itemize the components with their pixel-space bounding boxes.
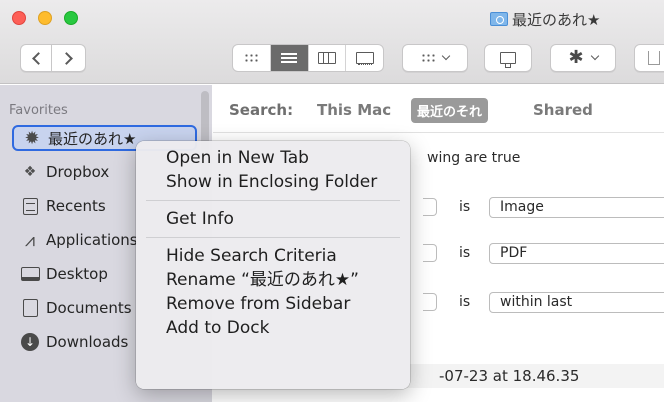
back-button[interactable] bbox=[20, 44, 52, 72]
icon-view-button[interactable] bbox=[233, 45, 271, 71]
action-button[interactable]: ✱ bbox=[550, 44, 616, 72]
criteria-operator: is bbox=[459, 199, 471, 215]
chevron-left-icon bbox=[31, 51, 45, 65]
download-icon: ↓ bbox=[20, 333, 40, 351]
gallery-view-icon bbox=[355, 52, 374, 65]
group-by-button[interactable] bbox=[402, 44, 468, 72]
title-bar: 最近のあれ★ ✱ bbox=[0, 0, 664, 84]
menu-item-show-in-enclosing-folder[interactable]: Show in Enclosing Folder bbox=[136, 170, 410, 194]
document-icon bbox=[20, 299, 40, 317]
dropbox-icon: ❖ bbox=[23, 164, 37, 180]
attribute-popup-stepper[interactable] bbox=[423, 293, 437, 311]
chevron-down-icon bbox=[441, 51, 451, 61]
menu-item-get-info[interactable]: Get Info bbox=[136, 207, 410, 231]
share-upload-button[interactable] bbox=[634, 44, 664, 72]
file-name: -07-23 at 18.46.35 bbox=[439, 367, 580, 385]
criteria-operator: is bbox=[459, 294, 471, 310]
list-view-icon bbox=[281, 53, 298, 63]
sidebar-item-label: Recents bbox=[46, 197, 106, 215]
attribute-popup-stepper[interactable] bbox=[423, 244, 437, 262]
sidebar-item-label: Downloads bbox=[46, 333, 129, 351]
group-by-icon bbox=[421, 53, 435, 63]
column-view-button[interactable] bbox=[309, 45, 347, 71]
sidebar-header-favorites: Favorites bbox=[9, 103, 68, 118]
window-title: 最近のあれ★ bbox=[512, 11, 601, 29]
desktop-icon bbox=[20, 265, 40, 283]
table-row[interactable] bbox=[213, 388, 664, 402]
close-window-button[interactable] bbox=[12, 11, 26, 25]
menu-item-rename[interactable]: Rename “最近のあれ★” bbox=[136, 268, 410, 292]
applications-icon: ⩘ bbox=[24, 229, 36, 251]
column-view-icon bbox=[317, 52, 336, 64]
menu-separator bbox=[146, 237, 400, 238]
list-view-button[interactable] bbox=[270, 45, 309, 71]
criteria-value-popup[interactable]: within last bbox=[489, 292, 664, 313]
criteria-value-popup[interactable]: Image bbox=[489, 197, 664, 218]
sidebar-item-label: Applications bbox=[46, 231, 138, 249]
gallery-view-button[interactable] bbox=[346, 45, 383, 71]
search-label: Search: bbox=[229, 101, 294, 119]
criteria-header: wing are true bbox=[427, 150, 521, 166]
scope-this-mac[interactable]: This Mac bbox=[317, 101, 391, 119]
share-button[interactable] bbox=[484, 44, 532, 72]
sidebar-item-label: Desktop bbox=[46, 265, 108, 283]
share-icon bbox=[500, 52, 516, 68]
menu-item-open-in-new-tab[interactable]: Open in New Tab bbox=[136, 146, 410, 170]
scope-shared[interactable]: Shared bbox=[533, 101, 593, 119]
share-upload-icon bbox=[648, 51, 660, 65]
menu-item-hide-search-criteria[interactable]: Hide Search Criteria bbox=[136, 244, 410, 268]
smart-folder-icon bbox=[490, 12, 508, 26]
gear-icon: ✹ bbox=[24, 127, 40, 149]
sidebar-item-label: Documents bbox=[46, 299, 132, 317]
forward-button[interactable] bbox=[52, 44, 86, 72]
sidebar-item-label: Dropbox bbox=[46, 163, 110, 181]
criteria-operator: is bbox=[459, 245, 471, 261]
criteria-value-popup[interactable]: PDF bbox=[489, 243, 664, 264]
attribute-popup-stepper[interactable] bbox=[423, 198, 437, 216]
zoom-window-button[interactable] bbox=[64, 11, 78, 25]
chevron-down-icon bbox=[590, 51, 599, 61]
icon-view-icon bbox=[244, 53, 259, 63]
recents-icon bbox=[20, 197, 40, 215]
minimize-window-button[interactable] bbox=[38, 11, 52, 25]
menu-item-add-to-dock[interactable]: Add to Dock bbox=[136, 316, 410, 340]
sidebar-context-menu: Open in New Tab Show in Enclosing Folder… bbox=[136, 141, 410, 389]
sidebar-item-label: 最近のあれ★ bbox=[48, 129, 137, 148]
scope-smart-folder[interactable]: 最近のそれ bbox=[411, 98, 489, 123]
chevron-right-icon bbox=[60, 51, 73, 65]
menu-item-remove-from-sidebar[interactable]: Remove from Sidebar bbox=[136, 292, 410, 316]
search-scope-bar: Search: This Mac 最近のそれ Shared bbox=[213, 85, 664, 133]
view-mode-segmented-control[interactable] bbox=[232, 44, 384, 72]
menu-separator bbox=[146, 200, 400, 201]
gear-icon: ✱ bbox=[568, 47, 584, 68]
